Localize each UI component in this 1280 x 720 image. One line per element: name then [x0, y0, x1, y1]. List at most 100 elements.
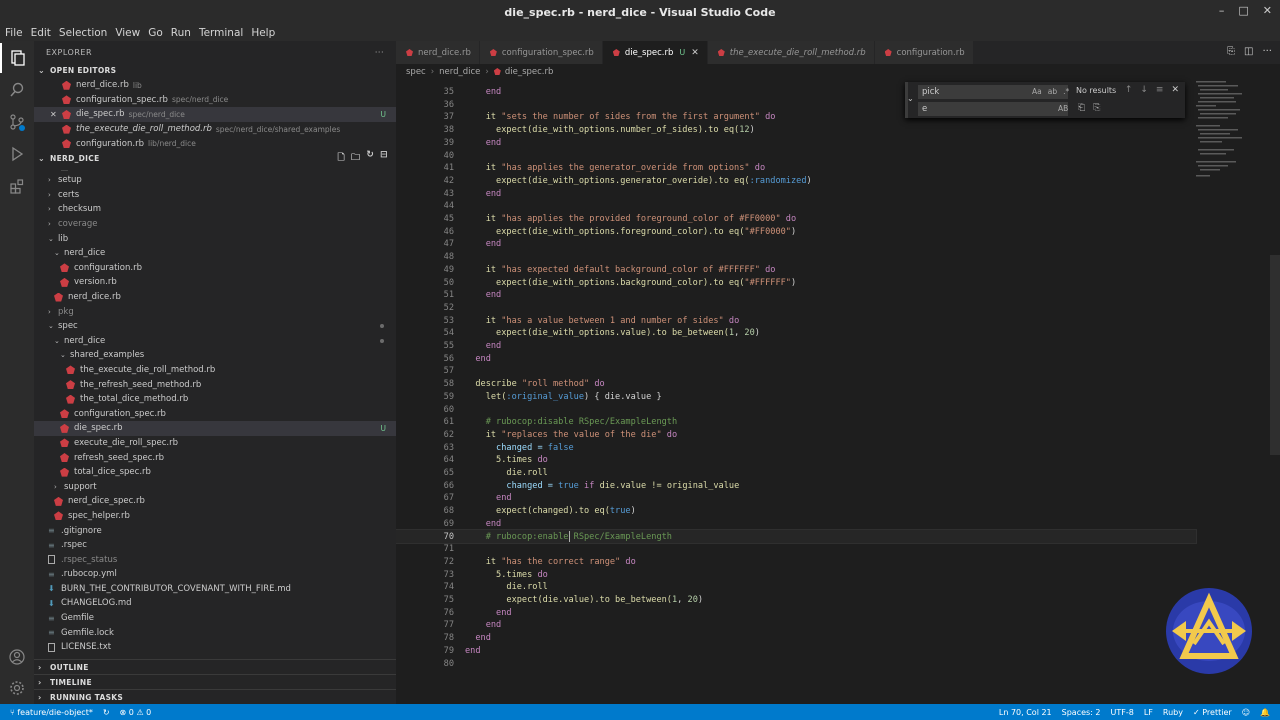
- code-line[interactable]: 49 it "has expected default background_c…: [396, 264, 1196, 277]
- tree-item[interactable]: ⬇ BURN_THE_CONTRIBUTOR_COVENANT_WITH_FIRE…: [34, 582, 396, 597]
- tree-item[interactable]: ⌄ nerd_dice: [34, 246, 396, 261]
- code-line[interactable]: 79 end: [396, 645, 1196, 658]
- code-line[interactable]: 45 it "has applies the provided foregrou…: [396, 213, 1196, 226]
- tree-item[interactable]: › certs: [34, 188, 396, 203]
- tree-item[interactable]: ≡ Gemfile.lock: [34, 625, 396, 640]
- code-line[interactable]: 70 # rubocop:enable RSpec/ExampleLength: [396, 529, 1197, 544]
- notifications-icon[interactable]: 🔔: [1260, 708, 1270, 717]
- menu-terminal[interactable]: Terminal: [199, 27, 243, 39]
- tree-item[interactable]: execute_die_roll_spec.rb: [34, 436, 396, 451]
- code-line[interactable]: 64 5.times do: [396, 454, 1196, 467]
- settings-gear-icon[interactable]: [0, 673, 34, 703]
- code-line[interactable]: 59 let(:original_value) { die.value }: [396, 391, 1196, 404]
- new-folder-icon[interactable]: 🗀: [351, 150, 360, 166]
- code-line[interactable]: 71: [396, 543, 1196, 556]
- menu-file[interactable]: File: [5, 27, 23, 39]
- code-line[interactable]: 44: [396, 200, 1196, 213]
- code-line[interactable]: 76 end: [396, 606, 1196, 619]
- encoding[interactable]: UTF-8: [1111, 708, 1134, 717]
- code-line[interactable]: 58 describe "roll method" do: [396, 378, 1196, 391]
- tree-item[interactable]: › support: [34, 479, 396, 494]
- open-editor-item[interactable]: ✕ die_spec.rb spec/nerd_dice U: [34, 107, 396, 122]
- replace-all-icon[interactable]: ⎘: [1093, 103, 1100, 113]
- tree-item[interactable]: ⌄ lib: [34, 231, 396, 246]
- open-editor-item[interactable]: configuration.rb lib/nerd_dice: [34, 136, 396, 151]
- run-debug-icon[interactable]: [0, 139, 34, 169]
- tree-item[interactable]: ⌄ nerd_dice: [34, 334, 396, 349]
- menu-go[interactable]: Go: [148, 27, 163, 39]
- code-line[interactable]: 52: [396, 302, 1196, 315]
- code-line[interactable]: 46 expect(die_with_options.foreground_co…: [396, 225, 1196, 238]
- more-actions-icon[interactable]: ···: [375, 48, 384, 57]
- minimize-icon[interactable]: –: [1219, 4, 1225, 17]
- account-icon[interactable]: [0, 642, 34, 672]
- indentation[interactable]: Spaces: 2: [1062, 708, 1101, 717]
- tree-item[interactable]: the_execute_die_roll_method.rb: [34, 363, 396, 378]
- refresh-icon[interactable]: ↻: [366, 150, 374, 166]
- tree-item[interactable]: ≡ .gitignore: [34, 523, 396, 538]
- code-line[interactable]: 56 end: [396, 352, 1196, 365]
- code-line[interactable]: 72 it "has the correct range" do: [396, 556, 1196, 569]
- editor-tab[interactable]: configuration.rb: [874, 41, 974, 64]
- open-editor-item[interactable]: configuration_spec.rb spec/nerd_dice: [34, 93, 396, 108]
- close-icon[interactable]: ✕: [1263, 4, 1272, 17]
- menu-run[interactable]: Run: [171, 27, 191, 39]
- collapse-all-icon[interactable]: ⊟: [380, 150, 388, 166]
- tree-item[interactable]: refresh_seed_spec.rb: [34, 450, 396, 465]
- code-line[interactable]: 62 it "replaces the value of the die" do: [396, 429, 1196, 442]
- match-case-toggle[interactable]: Aa: [1032, 87, 1042, 96]
- code-line[interactable]: 78 end: [396, 632, 1196, 645]
- code-line[interactable]: 43 end: [396, 187, 1196, 200]
- feedback-icon[interactable]: ☺: [1242, 708, 1250, 717]
- menu-help[interactable]: Help: [251, 27, 275, 39]
- editor-tab[interactable]: configuration_spec.rb: [479, 41, 603, 64]
- more-actions-icon[interactable]: ···: [1262, 46, 1272, 57]
- tree-item[interactable]: ⌄ spec: [34, 319, 396, 334]
- code-line[interactable]: 57: [396, 365, 1196, 378]
- match-word-toggle[interactable]: ab: [1048, 87, 1057, 96]
- code-line[interactable]: 60: [396, 403, 1196, 416]
- tree-item[interactable]: ≡ .rspec: [34, 538, 396, 553]
- tree-item[interactable]: .rspec_status: [34, 552, 396, 567]
- breadcrumb-item[interactable]: spec: [406, 67, 426, 77]
- tree-item[interactable]: ⬇ CHANGELOG.md: [34, 596, 396, 611]
- language-mode[interactable]: Ruby: [1163, 708, 1183, 717]
- code-line[interactable]: 77 end: [396, 619, 1196, 632]
- tree-item[interactable]: die_spec.rb U: [34, 421, 396, 436]
- code-line[interactable]: 39 end: [396, 137, 1196, 150]
- replace-input[interactable]: e: [918, 102, 1068, 116]
- new-file-icon[interactable]: 🗋: [337, 150, 345, 166]
- editor-tab[interactable]: die_spec.rb U ✕: [602, 41, 708, 64]
- minimap[interactable]: [1192, 79, 1268, 199]
- code-line[interactable]: 68 expect(changed).to eq(true): [396, 505, 1196, 518]
- code-line[interactable]: 65 die.roll: [396, 467, 1196, 480]
- code-line[interactable]: 75 expect(die.value).to be_between(1, 20…: [396, 594, 1196, 607]
- cursor-position[interactable]: Ln 70, Col 21: [999, 708, 1052, 717]
- code-editor[interactable]: 35 end 36 37 it "sets the number of sides …: [396, 79, 1280, 704]
- preserve-case-toggle[interactable]: AB: [1058, 104, 1068, 113]
- close-icon[interactable]: ✕: [1171, 85, 1179, 95]
- tree-item[interactable]: nerd_dice.rb: [34, 290, 396, 305]
- split-editor-icon[interactable]: ◫: [1244, 46, 1253, 57]
- outline-header[interactable]: › OUTLINE: [34, 659, 396, 674]
- explorer-icon[interactable]: [0, 43, 34, 73]
- project-header[interactable]: ⌄ NERD_DICE 🗋 🗀 ↻ ⊟: [34, 150, 396, 166]
- open-editor-item[interactable]: nerd_dice.rb lib: [34, 78, 396, 93]
- code-line[interactable]: 53 it "has a value between 1 and number …: [396, 314, 1196, 327]
- tree-item[interactable]: › setup: [34, 173, 396, 188]
- tree-item[interactable]: configuration.rb: [34, 261, 396, 276]
- search-icon[interactable]: [0, 75, 34, 105]
- source-control-icon[interactable]: [0, 107, 34, 137]
- editor-tab[interactable]: nerd_dice.rb: [396, 41, 480, 64]
- code-line[interactable]: 54 expect(die_with_options.value).to be_…: [396, 327, 1196, 340]
- code-line[interactable]: 47 end: [396, 238, 1196, 251]
- tree-item[interactable]: ≡ .rubocop.yml: [34, 567, 396, 582]
- prettier-status[interactable]: ✓ Prettier: [1193, 708, 1232, 717]
- menu-view[interactable]: View: [115, 27, 140, 39]
- code-line[interactable]: 42 expect(die_with_options.generator_ove…: [396, 175, 1196, 188]
- tree-item[interactable]: ⌄ shared_examples: [34, 348, 396, 363]
- regex-toggle[interactable]: .*: [1063, 87, 1069, 96]
- timeline-header[interactable]: › TIMELINE: [34, 674, 396, 689]
- code-line[interactable]: 73 5.times do: [396, 568, 1196, 581]
- menu-selection[interactable]: Selection: [59, 27, 107, 39]
